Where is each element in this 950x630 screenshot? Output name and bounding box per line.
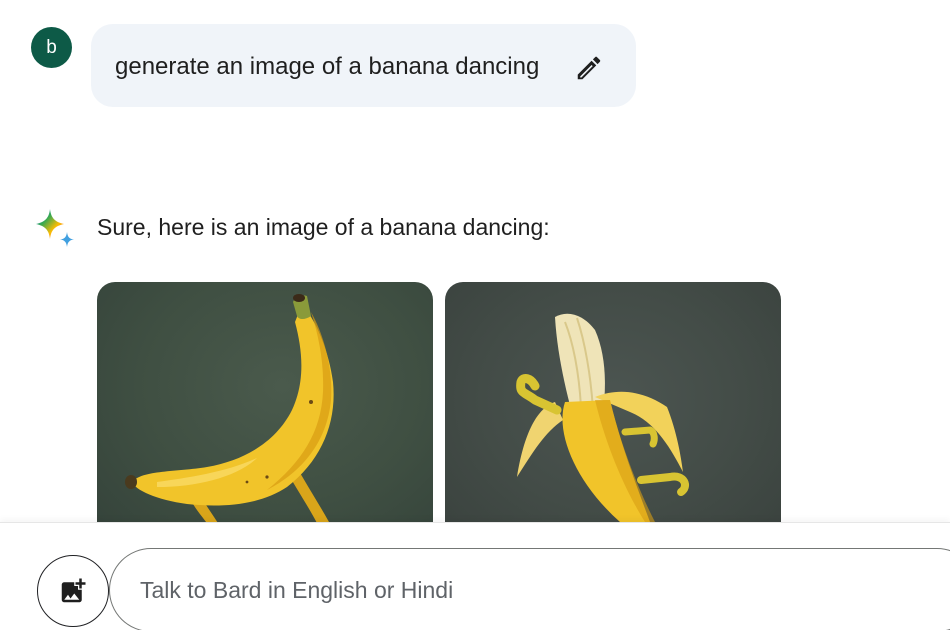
peeled-banana-illustration [516,313,689,522]
avatar-initial: b [46,36,57,58]
add-image-icon [61,578,86,603]
pencil-icon [577,56,601,80]
generated-image-1[interactable] [97,282,433,542]
user-message-text: generate an image of a banana dancing [115,53,540,80]
add-image-button[interactable] [37,555,109,627]
generated-image-2[interactable] [445,282,781,542]
prompt-input[interactable] [140,577,840,604]
banana-illustration [125,294,334,532]
user-message-bubble: generate an image of a banana dancing [91,24,636,107]
response-text: Sure, here is an image of a banana danci… [97,214,550,240]
sparkle-icon [36,209,74,247]
prompt-box [109,548,950,630]
composer [0,522,950,630]
edit-prompt-button[interactable] [573,52,605,84]
user-avatar: b [31,27,72,68]
